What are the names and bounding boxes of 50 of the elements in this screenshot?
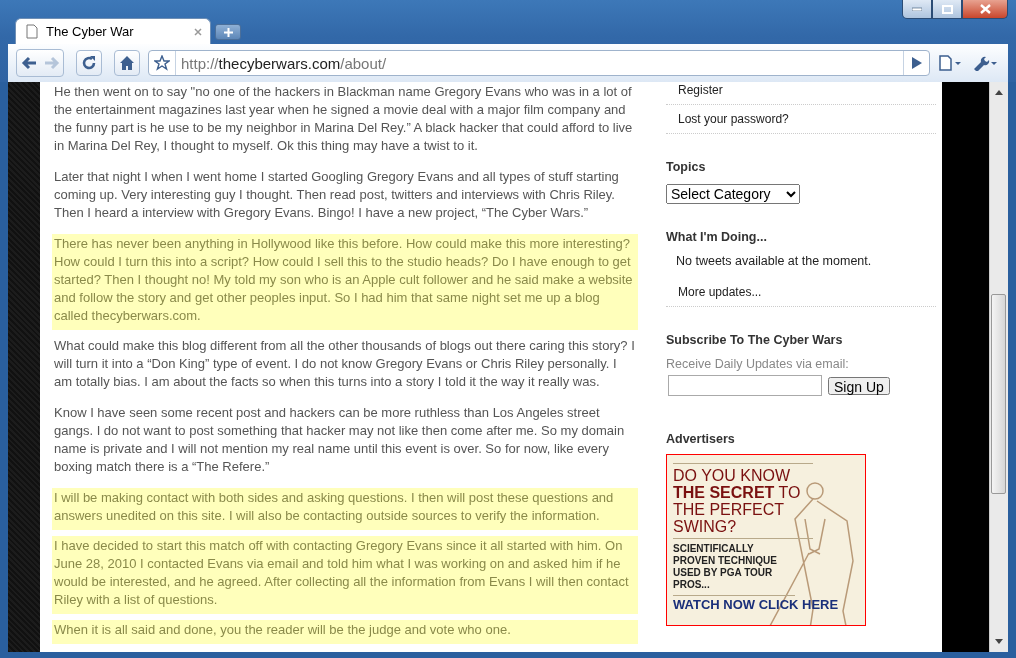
address-bar[interactable]: http://thecyberwars.com/about/	[148, 50, 930, 76]
home-icon	[119, 55, 135, 71]
scroll-down-icon[interactable]	[995, 639, 1003, 644]
more-updates-link[interactable]: More updates...	[666, 278, 936, 307]
subscribe-heading: Subscribe To The Cyber Wars	[666, 333, 844, 347]
scrollbar-thumb[interactable]	[991, 294, 1006, 494]
ad-cta: WATCH NOW CLICK HERE	[673, 597, 840, 613]
ad-headline: DO YOU KNOW THE SECRET TO THE PERFECT SWING?	[673, 463, 813, 539]
plus-icon	[223, 27, 233, 37]
highlighted-paragraph: When it is all said and done, you the reader will be the judge and vote who one.	[52, 620, 638, 644]
paragraph: He then went on to say "no one of the hackers in Blackman name Gregory Evans who was in a lot of the entertainment magazines last year when he signed a movie deal with a major film company and the funny part is he use to be my neighbor in Marina Del Rey.” A black hacker that could afford to live in Marina Del Rey, I thought to myself. Ok this thing may have a twist to it.	[54, 83, 634, 155]
highlighted-paragraph: I will be making contact with both sides and asking questions. I then will post these questions and answers unedited on this site. I will also be contacting outside sources to verify the information.	[52, 488, 638, 530]
sign-up-button[interactable]: Sign Up	[828, 376, 890, 395]
new-tab-button[interactable]	[215, 24, 241, 40]
star-icon[interactable]	[154, 55, 170, 71]
wrench-icon	[972, 55, 998, 71]
browser-tab[interactable]: The Cyber War	[15, 18, 211, 44]
reload-button[interactable]	[76, 50, 102, 76]
category-select[interactable]: Select Category	[666, 184, 800, 204]
advertisers-heading: Advertisers	[666, 432, 736, 446]
paragraph: What could make this blog different from all the other thousands of blogs out there caring this story? I will turn it into a “Don King” type of event. I do not know Gregory Evans or Chris Riley personally. I am totally bias. I am about the facts so when this turns into a story I told it the way it really was.	[54, 337, 636, 391]
reload-icon	[81, 55, 97, 71]
home-button[interactable]	[114, 50, 140, 76]
maximize-button[interactable]	[932, 0, 962, 19]
minimize-icon	[912, 7, 922, 11]
status-text: No tweets available at the moment.	[675, 254, 873, 270]
back-arrow-icon	[20, 56, 37, 70]
email-label: Receive Daily Updates via email:	[666, 357, 850, 371]
close-icon	[979, 4, 991, 14]
highlighted-paragraph: I have decided to start this match off with contacting Gregory Evans since it all started with him. On June 28, 2010 I contacted Evans via email and told him what I was working on and asked him if he would be interested, and he agreed. After collecting all the information from Evans I will then contact Riley with a list of questions.	[52, 536, 638, 614]
paragraph: Know I have seen some recent post and hackers can be more ruthless than Los Angeles street gangs. I do not want to post something that hacker may not like then come after me. So my domain name is private and I will not mention my real name until this event is over. So for now, like every boxing match there is a “The Refere.”	[54, 404, 626, 476]
close-button[interactable]	[962, 0, 1008, 19]
play-icon	[911, 57, 922, 69]
paragraph: Later that night I when I went home I started Googling Gregory Evans and all types of stuff starting coming up. Very interesting guy I thought. Then read post, twitters and interviews with Chris Riley. Then I heard a interview with Gregory Evans. Bingo! I have a new project, “The Cyber Wars.”	[54, 168, 620, 222]
ad-subtext: SCIENTIFICALLY PROVEN TECHNIQUE USED BY PGA TOUR PROS...	[673, 539, 795, 596]
highlighted-paragraph: There has never been anything in Hollywood like this before. How could make this more interesting? How could I turn this into a script? How could I sell this to the studio heads? Do I have enough to get started? Then I thought no! My told my son who is an Apple cult follower and he said make a website and follow the story and get other peoples input. So I had him that same night set me up a blog called thecyberwars.com.	[52, 234, 638, 330]
scrollbar[interactable]	[989, 82, 1008, 652]
register-link[interactable]: Register	[666, 82, 936, 105]
topics-heading: Topics	[666, 160, 707, 174]
email-field[interactable]	[668, 375, 822, 396]
ad-banner[interactable]: DO YOU KNOW THE SECRET TO THE PERFECT SWING? SCIENTIFICALLY PROVEN TECHNIQUE USED BY PGA TOUR PROS... WATCH NOW CLICK HERE	[666, 454, 866, 626]
page-icon	[938, 55, 962, 71]
doing-heading: What I'm Doing...	[666, 230, 768, 244]
lost-password-link[interactable]: Lost your password?	[666, 105, 936, 134]
maximize-icon	[941, 4, 953, 14]
minimize-button[interactable]	[902, 0, 932, 19]
page-icon	[26, 24, 38, 39]
scroll-up-icon[interactable]	[995, 90, 1003, 95]
forward-arrow-icon	[43, 56, 60, 70]
close-icon[interactable]	[194, 27, 202, 36]
